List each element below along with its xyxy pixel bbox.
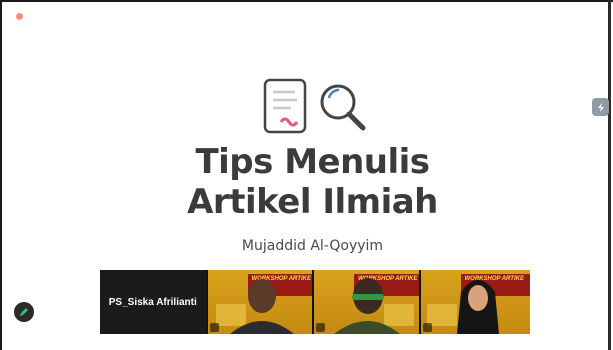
share-button[interactable] [592, 98, 609, 116]
mic-icon [209, 323, 219, 332]
slide-title-line-2: Artikel Ilmiah [187, 182, 438, 222]
participant-name-tile[interactable]: PS_Siska Afrilianti [100, 270, 206, 334]
participant-figure [229, 279, 294, 334]
slide-illustration [263, 78, 366, 134]
participant-name: PS_Siska Afrilianti [108, 296, 197, 308]
slide-author: Mujaddid Al-Qoyyim [241, 238, 384, 254]
participant-figure [456, 280, 499, 334]
pen-icon [20, 308, 28, 316]
participant-video-1[interactable]: WORKSHOP ARTIKE [207, 270, 312, 334]
mic-icon [316, 323, 325, 332]
participant-video-2[interactable]: WORKSHOP ARTIKE [314, 270, 419, 334]
recording-dot-icon [16, 13, 23, 20]
share-icon [597, 102, 604, 112]
participant-strip: PS_Siska Afrilianti WORKSHOP ARTIKE WORK… [100, 270, 530, 334]
slide-title-line-1: Tips Menulis [195, 142, 430, 182]
pen-button[interactable] [14, 302, 34, 322]
mic-icon [422, 323, 432, 332]
screen-frame-edge [608, 0, 611, 350]
slide-title: Tips Menulis Artikel Ilmiah [100, 142, 525, 222]
document-icon [263, 78, 307, 134]
participant-video-3[interactable]: WORKSHOP ARTIKE [420, 270, 530, 334]
magnifier-icon [320, 84, 366, 131]
participant-figure [334, 278, 400, 334]
